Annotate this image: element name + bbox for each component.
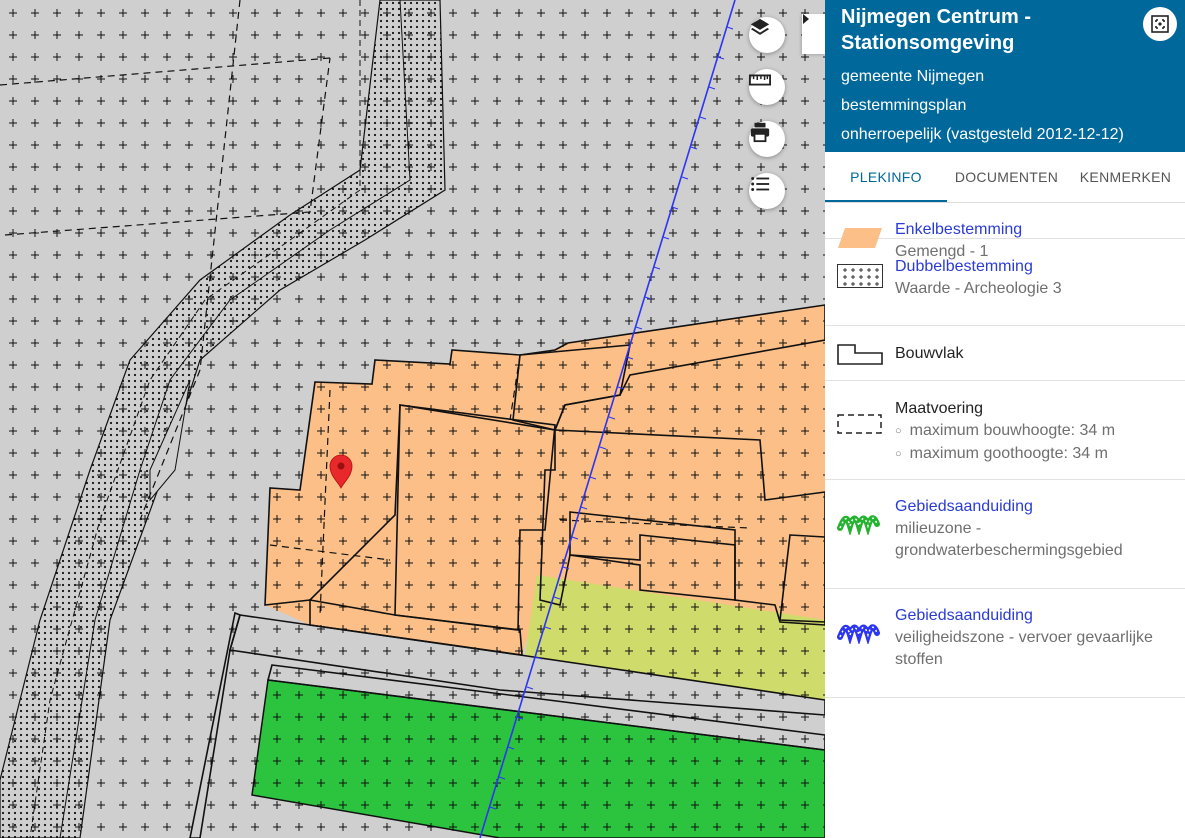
maatvoering-bouwhoogte: maximum bouwhoogte: 34 m	[895, 420, 1115, 443]
layers-button[interactable]	[749, 17, 785, 53]
legend-list: Enkelbestemming Gemengd - 1 Dubbelbestem…	[825, 154, 1185, 698]
dashed-rect-icon	[837, 414, 882, 434]
fullscreen-button[interactable]	[1143, 7, 1177, 41]
legend-subtitle: veiligheidszone - vervoer gevaarlijke st…	[895, 629, 1153, 668]
panel-header: Nijmegen Centrum - Stationsomgeving geme…	[825, 0, 1185, 152]
collapse-panel-button[interactable]	[802, 14, 825, 54]
tab-documenten[interactable]: DOCUMENTEN	[947, 152, 1066, 202]
maatvoering-list: maximum bouwhoogte: 34 m maximum goothoo…	[895, 420, 1115, 466]
panel-tabs: PLEKINFO DOCUMENTEN KENMERKEN	[825, 152, 1185, 203]
plan-title: Nijmegen Centrum - Stationsomgeving	[841, 6, 1032, 54]
maatvoering-goothoogte: maximum goothoogte: 34 m	[895, 443, 1115, 466]
plan-municipality: gemeente Nijmegen	[841, 68, 985, 85]
plan-status: onherroepelijk (vastgesteld 2012-12-12)	[841, 126, 1124, 143]
tab-plekinfo[interactable]: PLEKINFO	[825, 152, 947, 202]
legend-title-gebiedsaanduiding[interactable]: Gebiedsaanduiding	[895, 496, 1173, 518]
fullscreen-icon	[1151, 15, 1169, 33]
legend-title-enkelbestemming[interactable]: Enkelbestemming	[895, 219, 1022, 241]
info-panel: Nijmegen Centrum - Stationsomgeving geme…	[825, 0, 1185, 838]
green-zigzag-icon	[837, 515, 880, 535]
print-button[interactable]	[749, 121, 785, 157]
legend-title-gebiedsaanduiding[interactable]: Gebiedsaanduiding	[895, 605, 1173, 627]
map-view[interactable]	[0, 0, 825, 838]
map-canvas[interactable]	[0, 0, 825, 838]
layers-icon	[750, 18, 770, 35]
legend-list-icon	[751, 177, 770, 191]
blue-zigzag-icon	[837, 624, 880, 644]
legend-item-veiligheidszone: Gebiedsaanduiding veiligheidszone - verv…	[825, 589, 1185, 698]
legend-title-dubbelbestemming[interactable]: Dubbelbestemming	[895, 256, 1062, 278]
legend-title-maatvoering: Maatvoering	[895, 400, 984, 417]
orange-parallelogram-icon	[838, 228, 882, 248]
legend-title-bouwvlak: Bouwvlak	[895, 345, 964, 362]
legend-button[interactable]	[749, 173, 785, 209]
legend-item-maatvoering: Maatvoering maximum bouwhoogte: 34 m max…	[825, 381, 1185, 480]
building-outline-icon	[837, 344, 883, 365]
legend-subtitle: milieuzone - grondwaterbeschermingsgebie…	[895, 520, 1123, 559]
measure-button[interactable]	[749, 69, 785, 105]
caret-right-icon	[803, 14, 809, 24]
legend-item-bouwvlak: Bouwvlak	[825, 326, 1185, 381]
tab-kenmerken[interactable]: KENMERKEN	[1066, 152, 1185, 202]
ruler-icon	[749, 74, 771, 86]
crosses-pattern-icon	[837, 264, 883, 288]
print-icon	[750, 122, 770, 143]
plan-type: bestemmingsplan	[841, 97, 967, 114]
legend-subtitle: Waarde - Archeologie 3	[895, 280, 1062, 297]
legend-item-milieuzone: Gebiedsaanduiding milieuzone - grondwate…	[825, 480, 1185, 589]
